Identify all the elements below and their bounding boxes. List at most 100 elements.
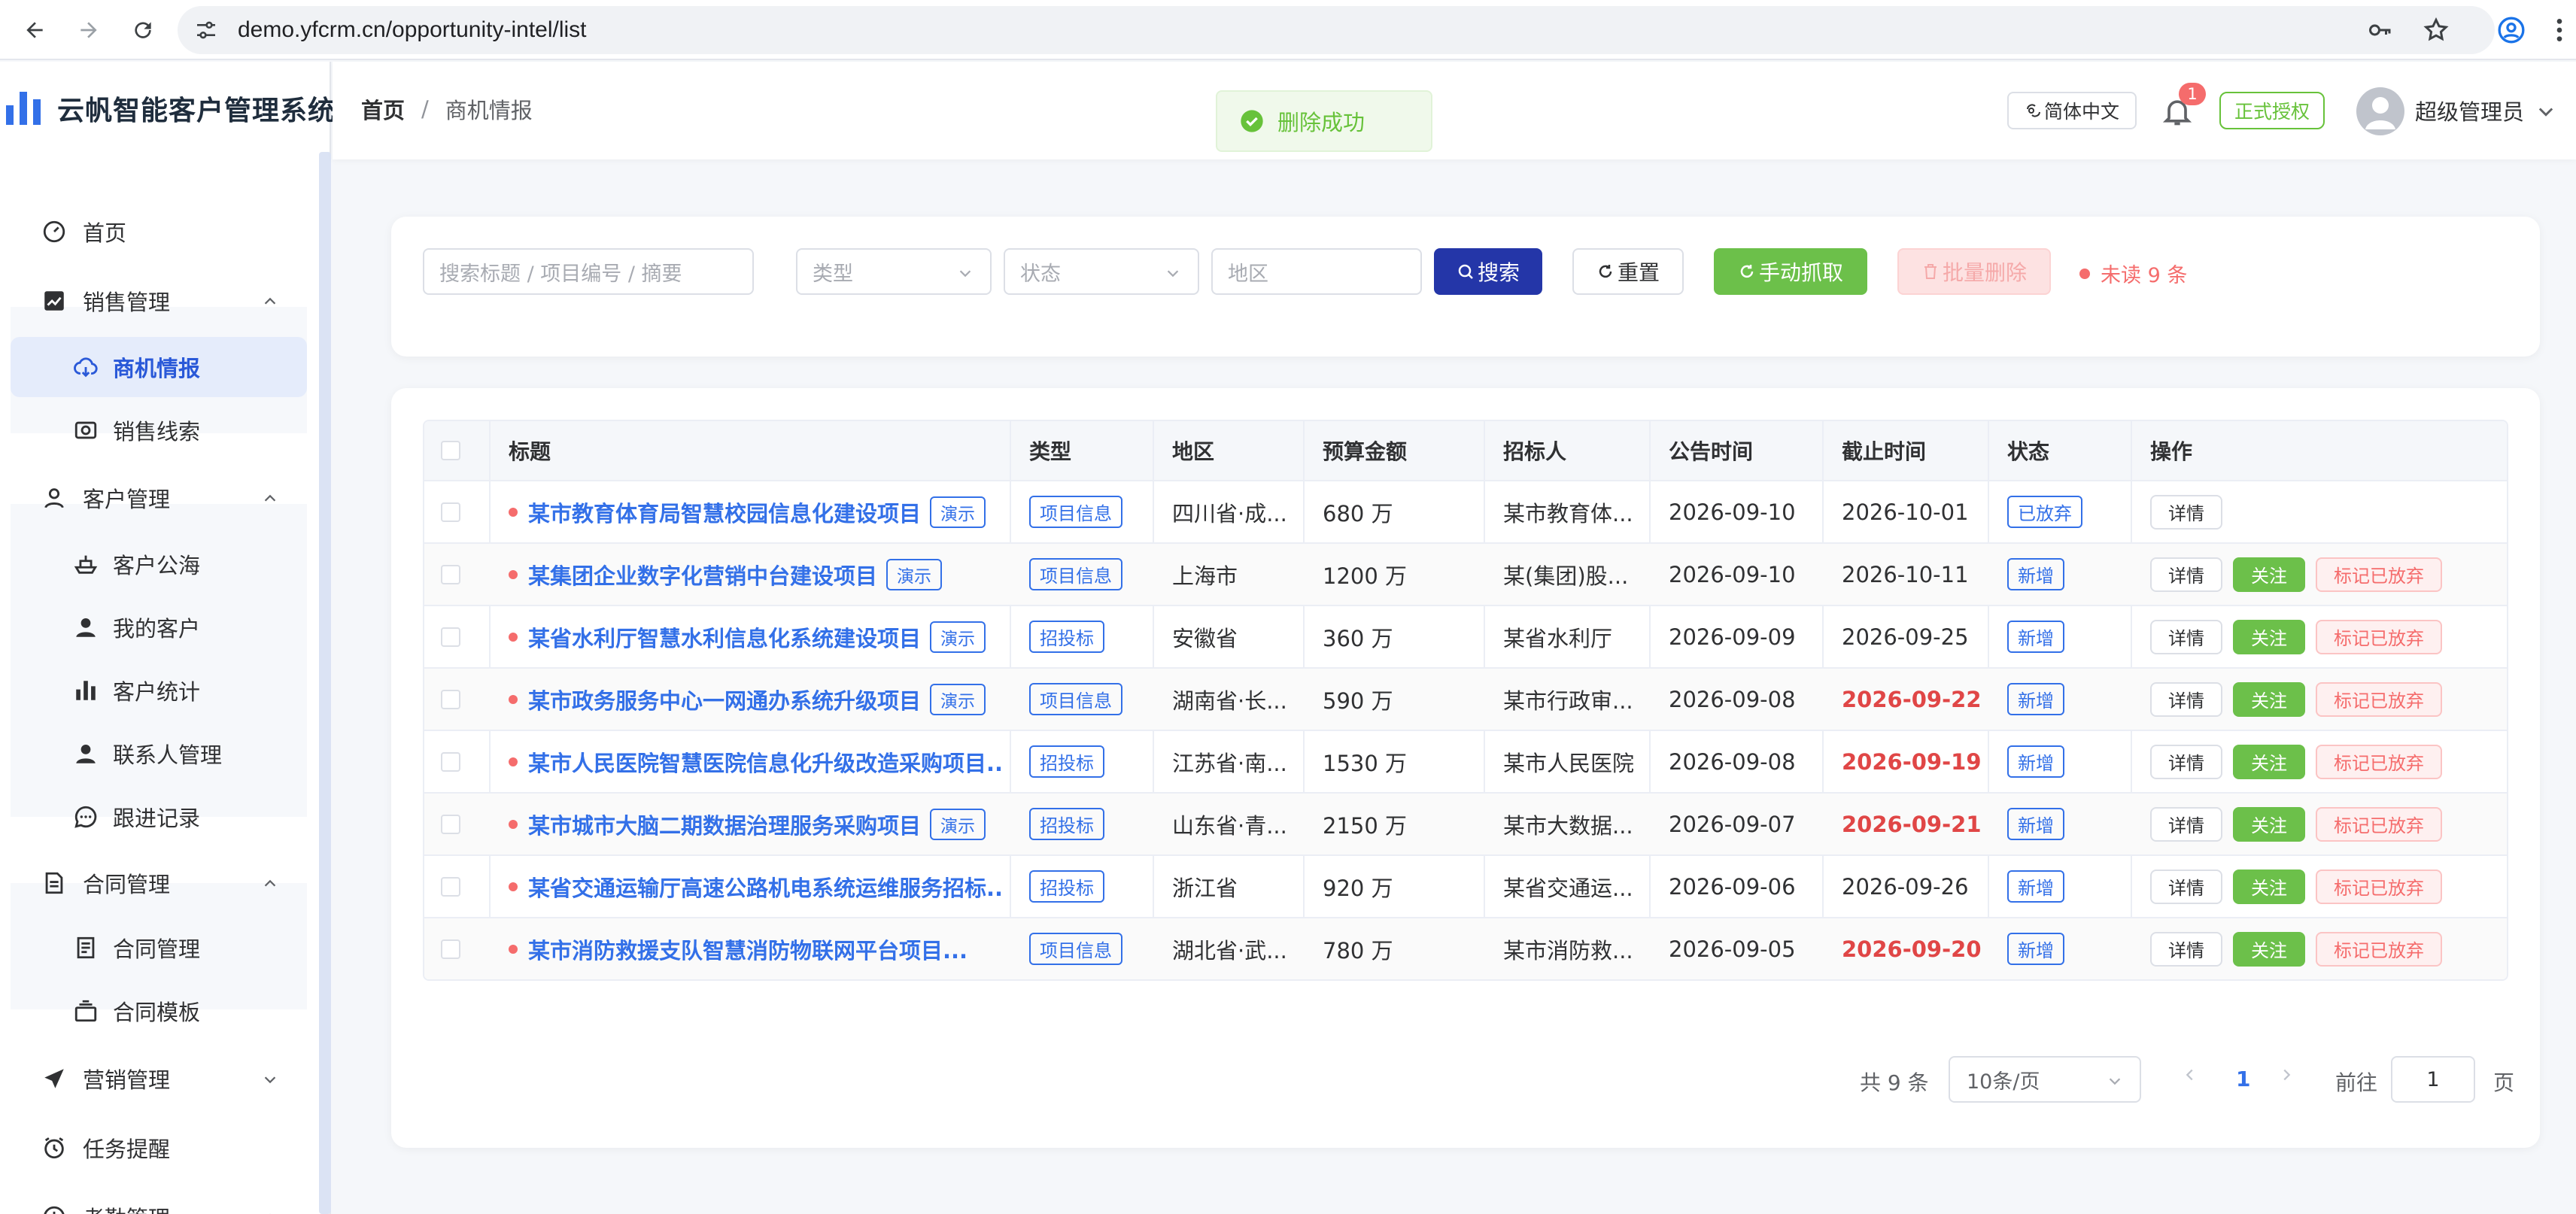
opportunity-title-link[interactable]: 某集团企业数字化营销中台建设项目 演示 — [509, 558, 943, 590]
license-badge[interactable]: 正式授权 — [2219, 92, 2325, 129]
batch-delete-button[interactable]: 批量删除 — [1897, 248, 2051, 295]
mark-abandoned-button[interactable]: 标记已放弃 — [2316, 681, 2442, 717]
detail-button[interactable]: 详情 — [2150, 619, 2222, 654]
row-checkbox[interactable] — [441, 939, 460, 959]
sidebar-group-sales[interactable]: 销售管理 — [11, 271, 307, 331]
reset-button[interactable]: 重置 — [1572, 248, 1684, 295]
password-key-icon[interactable] — [2367, 17, 2394, 44]
detail-button[interactable]: 详情 — [2150, 494, 2222, 530]
forward-icon[interactable] — [69, 11, 108, 50]
sidebar-group-attendance[interactable]: 考勤管理 — [11, 1187, 307, 1214]
column-header-tenderer[interactable]: 招标人 — [1503, 421, 1566, 480]
back-icon[interactable] — [15, 11, 54, 50]
sidebar-item-sales-leads[interactable]: 销售线索 — [11, 400, 307, 460]
row-checkbox[interactable] — [441, 814, 460, 834]
sidebar-item-customer-stats[interactable]: 客户统计 — [11, 660, 307, 721]
sidebar-item-task-reminder[interactable]: 任务提醒 — [11, 1118, 307, 1178]
follow-button[interactable]: 关注 — [2233, 619, 2305, 654]
opportunity-title[interactable]: 某市教育体育局智慧校园信息化建设项目 — [528, 496, 921, 528]
prev-page-button[interactable] — [2182, 1067, 2198, 1083]
mark-abandoned-button[interactable]: 标记已放弃 — [2316, 869, 2442, 904]
sidebar-item-contract-templates[interactable]: 合同模板 — [11, 981, 307, 1041]
mark-abandoned-button[interactable]: 标记已放弃 — [2316, 931, 2442, 967]
column-header-status[interactable]: 状态 — [2007, 421, 2049, 480]
manual-fetch-button[interactable]: 手动抓取 — [1714, 248, 1867, 295]
opportunity-title-link[interactable]: 某市教育体育局智慧校园信息化建设项目 演示 — [509, 496, 986, 528]
brand[interactable]: 云帆智能客户管理系统 — [0, 62, 335, 158]
mark-abandoned-button[interactable]: 标记已放弃 — [2316, 557, 2442, 592]
sidebar-group-marketing[interactable]: 营销管理 — [11, 1049, 307, 1109]
column-header-budget[interactable]: 预算金额 — [1323, 421, 1407, 480]
browser-menu-icon[interactable] — [2544, 15, 2574, 45]
opportunity-title-link[interactable]: 某市政务服务中心一网通办系统升级项目 演示 — [509, 683, 986, 715]
row-checkbox[interactable] — [441, 502, 460, 522]
follow-button[interactable]: 关注 — [2233, 744, 2305, 779]
opportunity-title-link[interactable]: 某省水利厅智慧水利信息化系统建设项目 演示 — [509, 621, 986, 653]
sidebar-item-home[interactable]: 首页 — [11, 202, 307, 262]
status-select[interactable]: 状态 — [1004, 248, 1199, 295]
sidebar-item-customer-pool[interactable]: 客户公海 — [11, 534, 307, 594]
sidebar-item-opportunity-intel[interactable]: 商机情报 — [11, 337, 307, 397]
opportunity-title[interactable]: 某市消防救援支队智慧消防物联网平台项目... — [528, 933, 968, 965]
language-switch[interactable]: 简体中文 — [2007, 92, 2137, 129]
search-button[interactable]: 搜索 — [1434, 248, 1542, 295]
mark-abandoned-button[interactable]: 标记已放弃 — [2316, 744, 2442, 779]
column-header-publish-date[interactable]: 公告时间 — [1669, 421, 1753, 480]
opportunity-title[interactable]: 某市城市大脑二期数据治理服务采购项目 — [528, 809, 921, 840]
opportunity-title-link[interactable]: 某市消防救援支队智慧消防物联网平台项目... — [509, 933, 968, 965]
row-checkbox[interactable] — [441, 876, 460, 897]
sidebar-group-contract[interactable]: 合同管理 — [11, 853, 307, 913]
goto-page-input[interactable]: 1 — [2391, 1056, 2475, 1103]
mark-abandoned-button[interactable]: 标记已放弃 — [2316, 619, 2442, 654]
opportunity-title-link[interactable]: 某省交通运输厅高速公路机电系统运维服务招标... — [509, 871, 1002, 903]
row-checkbox[interactable] — [441, 627, 460, 647]
url-text[interactable]: demo.yfcrm.cn/opportunity-intel/list — [238, 6, 587, 54]
detail-button[interactable]: 详情 — [2150, 681, 2222, 717]
detail-button[interactable]: 详情 — [2150, 931, 2222, 967]
breadcrumb-home[interactable]: 首页 — [361, 93, 405, 125]
column-header-region[interactable]: 地区 — [1172, 421, 1214, 480]
site-settings-icon[interactable] — [194, 18, 218, 42]
opportunity-title-link[interactable]: 某市人民医院智慧医院信息化升级改造采购项目... — [509, 746, 1002, 778]
opportunity-title[interactable]: 某省水利厅智慧水利信息化系统建设项目 — [528, 621, 921, 653]
sidebar-item-contacts[interactable]: 联系人管理 — [11, 724, 307, 784]
opportunity-title[interactable]: 某市政务服务中心一网通办系统升级项目 — [528, 684, 921, 715]
follow-button[interactable]: 关注 — [2233, 931, 2305, 967]
next-page-button[interactable] — [2278, 1067, 2295, 1083]
sidebar-group-customer[interactable]: 客户管理 — [11, 468, 307, 528]
avatar[interactable] — [2356, 87, 2404, 135]
page-number-current[interactable]: 1 — [2236, 1067, 2250, 1091]
opportunity-title[interactable]: 某市人民医院智慧医院信息化升级改造采购项目... — [528, 746, 1002, 778]
opportunity-title-link[interactable]: 某市城市大脑二期数据治理服务采购项目 演示 — [509, 808, 986, 840]
region-input[interactable]: 地区 — [1211, 248, 1422, 295]
column-header-type[interactable]: 类型 — [1029, 421, 1071, 480]
sidebar-item-contracts[interactable]: 合同管理 — [11, 918, 307, 978]
user-name[interactable]: 超级管理员 — [2415, 95, 2524, 126]
profile-icon[interactable] — [2496, 15, 2526, 45]
address-bar[interactable]: demo.yfcrm.cn/opportunity-intel/list — [178, 6, 2495, 54]
follow-button[interactable]: 关注 — [2233, 557, 2305, 592]
follow-button[interactable]: 关注 — [2233, 806, 2305, 842]
mark-abandoned-button[interactable]: 标记已放弃 — [2316, 806, 2442, 842]
column-header-deadline[interactable]: 截止时间 — [1842, 421, 1926, 480]
select-all-checkbox[interactable] — [441, 441, 460, 460]
bookmark-star-icon[interactable] — [2423, 17, 2450, 44]
sidebar-scrollbar[interactable] — [319, 152, 331, 1214]
row-checkbox[interactable] — [441, 751, 460, 772]
page-size-select[interactable]: 10条/页 — [1949, 1056, 2141, 1103]
keyword-search-input[interactable]: 搜索标题 / 项目编号 / 摘要 — [423, 248, 754, 295]
sidebar-item-follow-up[interactable]: 跟进记录 — [11, 787, 307, 847]
sidebar-item-my-customers[interactable]: 我的客户 — [11, 597, 307, 657]
detail-button[interactable]: 详情 — [2150, 744, 2222, 779]
type-select[interactable]: 类型 — [796, 248, 992, 295]
opportunity-title[interactable]: 某集团企业数字化营销中台建设项目 — [528, 559, 877, 590]
detail-button[interactable]: 详情 — [2150, 557, 2222, 592]
column-header-title[interactable]: 标题 — [509, 421, 551, 480]
opportunity-title[interactable]: 某省交通运输厅高速公路机电系统运维服务招标... — [528, 871, 1002, 903]
follow-button[interactable]: 关注 — [2233, 681, 2305, 717]
follow-button[interactable]: 关注 — [2233, 869, 2305, 904]
detail-button[interactable]: 详情 — [2150, 869, 2222, 904]
detail-button[interactable]: 详情 — [2150, 806, 2222, 842]
row-checkbox[interactable] — [441, 689, 460, 709]
chevron-down-icon[interactable] — [2535, 101, 2556, 122]
